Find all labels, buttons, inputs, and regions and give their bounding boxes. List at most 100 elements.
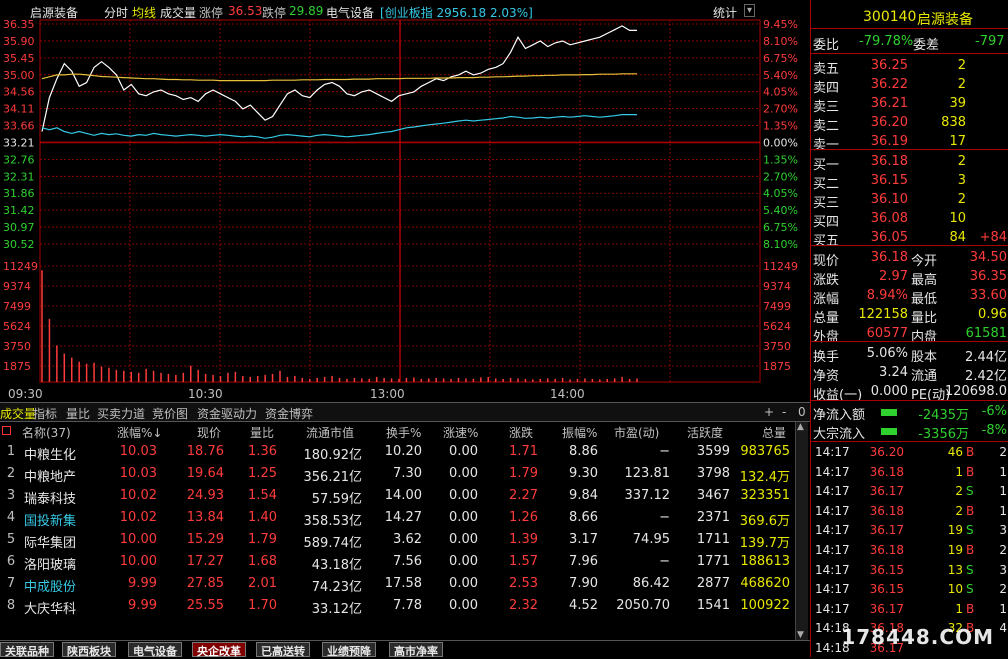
quote-row[interactable]: 换手 5.06% 股本 2.44亿 — [811, 345, 1008, 365]
cell-act: 1541 — [696, 598, 730, 613]
col-diff[interactable]: 涨跌 — [509, 424, 533, 441]
zoom-out-button[interactable]: - — [782, 405, 786, 419]
index-tag[interactable]: [创业板指 2956.18 2.03%] — [380, 4, 533, 21]
cell-amp: 8.66 — [569, 510, 598, 525]
quote-label: 最低 — [911, 292, 938, 307]
btab-related[interactable]: 关联品种 — [0, 642, 54, 658]
cell-diff: 1.57 — [509, 554, 538, 569]
ask-level[interactable]: 卖三 36.21 39 — [811, 95, 1008, 115]
cell-chg: 10.00 — [119, 532, 157, 547]
stats-button[interactable]: 统计 — [713, 4, 737, 21]
cell-speed: 0.00 — [449, 488, 478, 503]
cell-chg: 10.02 — [119, 510, 157, 525]
cell-turn: 7.78 — [393, 598, 422, 613]
avg-line-label[interactable]: 均线 — [132, 4, 156, 21]
col-pe[interactable]: 市盈(动) — [614, 424, 659, 441]
intraday-chart[interactable]: 36.35 9.45% 35.90 8.10% 35.45 6.75% 35.00 5.40%… — [0, 0, 810, 402]
tab-indicator[interactable]: 指标 — [33, 405, 57, 422]
stock-name-side: 启源装备 — [917, 12, 973, 28]
cell-turn: 10.20 — [384, 444, 422, 459]
tab-volume[interactable]: 成交量 — [0, 405, 36, 422]
flow-row[interactable]: 大宗流入 -3356万 -8% — [811, 422, 1008, 442]
stock-name: 启源装备 — [30, 6, 79, 20]
tick-time: 14:17 — [815, 484, 850, 499]
col-name[interactable]: 名称(37) — [22, 424, 71, 441]
tab-auction-chart[interactable]: 竞价图 — [152, 405, 188, 422]
table-row[interactable]: 5 际华集团 10.00 15.29 1.79 589.74亿 3.62 0.00 1.39 3.… — [0, 530, 795, 552]
col-price[interactable]: 现价 — [197, 424, 221, 441]
tick-count: 2 — [999, 582, 1007, 597]
tab-volume-ratio[interactable]: 量比 — [66, 405, 90, 422]
ask-qty: 17 — [949, 134, 966, 149]
cell-diff: 1.71 — [509, 444, 538, 459]
zoom-in-button[interactable]: + — [764, 405, 774, 419]
btab-high-pb[interactable]: 高市净率 — [389, 642, 443, 658]
ask-label: 卖二 — [813, 119, 840, 134]
btab-electric[interactable]: 电气设备 — [128, 642, 182, 658]
chart-header: 启源装备 分时 均线 成交量 涨停 36.53 跌停 29.89 电气设备 [创… — [0, 4, 800, 20]
ask-level[interactable]: 卖四 36.22 2 — [811, 76, 1008, 96]
tick-volume: 1 — [955, 464, 963, 479]
table-row[interactable]: 3 瑞泰科技 10.02 24.93 1.54 57.59亿 14.00 0.00 2.27 9.… — [0, 486, 795, 508]
quote-row[interactable]: 总量 122158 量比 0.96 — [811, 306, 1008, 326]
tab-capital-game[interactable]: 资金博弈 — [265, 405, 313, 422]
cell-chg: 10.03 — [119, 466, 157, 481]
col-volume-ratio[interactable]: 量比 — [250, 424, 274, 441]
col-total-volume[interactable]: 总量 — [762, 424, 786, 441]
quote-row[interactable]: 涨跌 2.97 最高 36.35 — [811, 268, 1008, 288]
cell-n: 8 — [6, 598, 16, 613]
fenshi-label[interactable]: 分时 — [104, 4, 128, 21]
btab-shaanxi[interactable]: 陕西板块 — [62, 642, 116, 658]
price-axis-label: 33.21 — [3, 136, 35, 149]
pct-axis-label: 4.05% — [763, 86, 798, 99]
bid-label: 买四 — [813, 215, 840, 230]
table-row[interactable]: 2 中粮地产 10.03 19.64 1.25 356.21亿 7.30 0.00 1.79 9.… — [0, 464, 795, 486]
volume-axis-label: 3750 — [763, 340, 791, 353]
col-speed[interactable]: 涨速% — [443, 424, 478, 441]
quote-row[interactable]: 收益(一) 0.000 PE(动) 120698.0 — [811, 383, 1008, 403]
bid-level[interactable]: 买一 36.18 2 — [811, 153, 1008, 173]
flow-value: -2435万 — [918, 408, 969, 423]
cell-chg: 10.02 — [119, 488, 157, 503]
table-row[interactable]: 4 国投新集 10.02 13.84 1.40 358.53亿 14.27 0.00 1.26 8… — [0, 508, 795, 530]
cell-n: 5 — [6, 532, 16, 547]
table-row[interactable]: 7 中成股份 9.99 27.85 2.01 74.23亿 17.58 0.00 2.53 7.9… — [0, 574, 795, 596]
col-activity[interactable]: 活跃度 — [687, 424, 723, 441]
col-change-pct[interactable]: 涨幅%↓ — [117, 424, 162, 441]
stats-dropdown-icon[interactable]: ▾ — [744, 4, 756, 17]
bid-level[interactable]: 买四 36.08 10 — [811, 210, 1008, 230]
tab-buy-sell-force[interactable]: 买卖力道 — [97, 405, 145, 422]
bid-level[interactable]: 买三 36.10 2 — [811, 191, 1008, 211]
btab-soe-reform[interactable]: 央企改革 — [192, 642, 246, 658]
stock-title: 300140 启源装备 — [811, 8, 1008, 28]
flow-row[interactable]: 净流入额 -2435万 -6% — [811, 403, 1008, 423]
sector-label[interactable]: 电气设备 — [326, 4, 374, 21]
col-turnover[interactable]: 换手% — [386, 424, 421, 441]
col-float-cap[interactable]: 流通市值 — [306, 424, 354, 441]
col-amplitude[interactable]: 振幅% — [562, 424, 597, 441]
reset-button[interactable]: 0 — [798, 405, 806, 419]
tick-side: B — [966, 503, 975, 518]
table-row[interactable]: 6 洛阳玻璃 10.00 17.27 1.68 43.18亿 7.56 0.00 1.57 7.9… — [0, 552, 795, 574]
ask-level[interactable]: 卖五 36.25 2 — [811, 57, 1008, 77]
tick-row: 14:17 36.17 19 S 3 — [811, 521, 1008, 541]
scroll-down-icon[interactable]: ▼ — [797, 630, 804, 640]
bid-level[interactable]: 买二 36.15 3 — [811, 172, 1008, 192]
scroll-up-icon[interactable]: ▲ — [797, 422, 804, 432]
flow-value: -3356万 — [918, 427, 969, 442]
volume-label[interactable]: 成交量 — [160, 4, 196, 21]
btab-bonus-shares[interactable]: 已高送转 — [256, 642, 310, 658]
divider — [811, 441, 1008, 442]
quote-row[interactable]: 现价 36.18 今开 34.50 — [811, 249, 1008, 269]
quote-row[interactable]: 涨幅 8.94% 最低 33.60 — [811, 287, 1008, 307]
ask-level[interactable]: 卖二 36.20 838 — [811, 114, 1008, 134]
bid-qty: 10 — [949, 211, 966, 226]
cell-speed: 0.00 — [449, 532, 478, 547]
table-scrollbar[interactable]: ▲ ▼ — [795, 422, 808, 640]
pct-axis-label: 8.10% — [763, 238, 798, 251]
tab-capital-drive[interactable]: 资金驱动力 — [197, 405, 257, 422]
table-row[interactable]: 8 大庆华科 9.99 25.55 1.70 33.12亿 7.78 0.00 2.32 4.52… — [0, 596, 795, 618]
btab-profit-warning[interactable]: 业绩预降 — [322, 642, 376, 658]
quote-row[interactable]: 净资 3.24 流通 2.42亿 — [811, 364, 1008, 384]
table-row[interactable]: 1 中粮生化 10.03 18.76 1.36 180.92亿 10.20 0.00 1.71 8… — [0, 442, 795, 464]
